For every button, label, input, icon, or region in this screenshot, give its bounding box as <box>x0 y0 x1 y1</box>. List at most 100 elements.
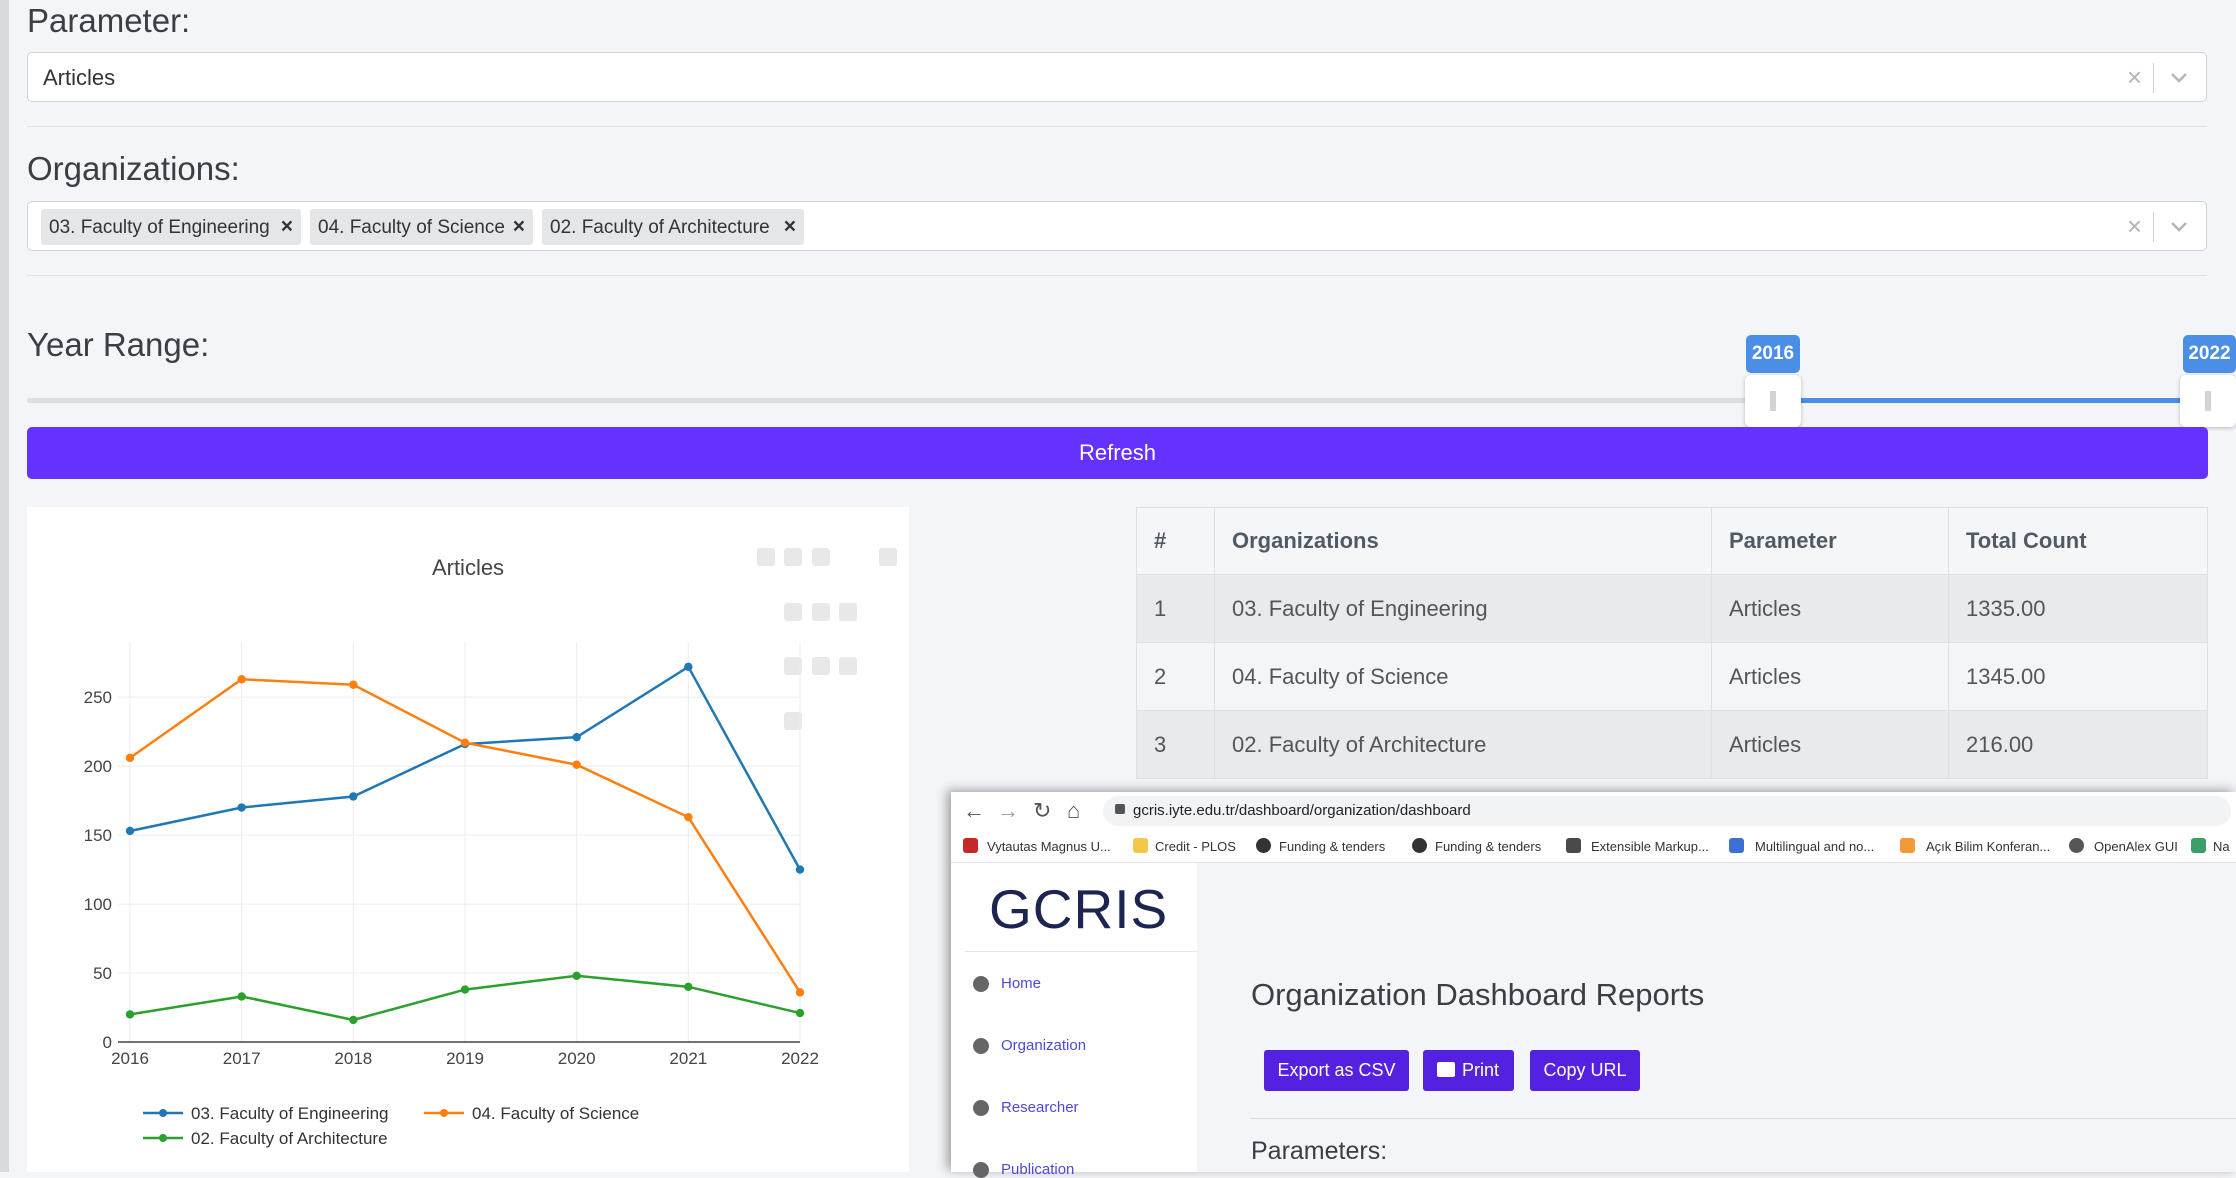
cell-index: 1 <box>1136 574 1215 643</box>
window-edge <box>0 0 9 1172</box>
cell-parameter: Articles <box>1711 642 1949 711</box>
address-bar[interactable]: gcris.iyte.edu.tr/dashboard/organization… <box>1103 796 2231 826</box>
export-csv-button[interactable]: Export as CSV <box>1264 1050 1409 1091</box>
forward-arrow-icon[interactable]: → <box>997 798 1019 824</box>
sidebar-item-organization[interactable]: Organization <box>973 1037 1087 1055</box>
copy-url-button[interactable]: Copy URL <box>1530 1050 1640 1091</box>
table-header-row: # Organizations Parameter Total Count <box>1136 507 2208 575</box>
legend-label: 02. Faculty of Architecture <box>191 1129 388 1148</box>
section-divider <box>1251 1118 2236 1119</box>
bookmark-item[interactable]: Funding & tenders <box>1435 839 1541 854</box>
y-tick-label: 150 <box>84 826 112 845</box>
legend-label: 03. Faculty of Engineering <box>191 1104 389 1123</box>
legend-marker <box>159 1134 167 1142</box>
table-row: 1 03. Faculty of Engineering Articles 13… <box>1136 574 2208 643</box>
bookmarks-bar: Vytautas Magnus U... Credit - PLOS Fundi… <box>951 830 2236 863</box>
remove-tag-icon[interactable]: × <box>281 215 293 239</box>
x-tick-label: 2019 <box>446 1049 484 1068</box>
sidebar-item-publication[interactable]: Publication <box>973 1161 1074 1178</box>
data-point <box>349 792 358 801</box>
chevron-down-icon[interactable] <box>2166 65 2192 89</box>
col-header-organizations[interactable]: Organizations <box>1214 507 1712 575</box>
year-min-handle[interactable] <box>1745 375 1801 427</box>
divider <box>27 275 2207 276</box>
sidebar-item-researcher[interactable]: Researcher <box>973 1099 1079 1117</box>
col-header-index[interactable]: # <box>1136 507 1215 575</box>
data-point <box>349 1015 358 1025</box>
plos-icon <box>1133 838 1148 853</box>
data-point <box>125 1010 135 1019</box>
data-point <box>349 680 358 689</box>
bookmark-item[interactable]: Açık Bilim Konferan... <box>1926 839 2050 854</box>
x-tick-label: 2021 <box>669 1049 707 1068</box>
home-icon <box>973 976 989 993</box>
sidebar-item-label: Organization <box>1001 1037 1087 1054</box>
bookmark-item[interactable]: Funding & tenders <box>1279 839 1385 854</box>
data-point <box>460 738 470 747</box>
sidebar-item-home[interactable]: Home <box>973 975 1042 993</box>
clear-icon[interactable]: × <box>2127 211 2142 242</box>
bookmark-item[interactable]: Extensible Markup... <box>1591 839 1709 854</box>
col-header-total-count[interactable]: Total Count <box>1948 507 2208 575</box>
y-tick-label: 200 <box>84 757 112 776</box>
sidebar-item-label: Home <box>1001 975 1042 992</box>
org-tag-architecture: 02. Faculty of Architecture × <box>542 209 804 245</box>
y-tick-label: 250 <box>84 688 112 707</box>
remove-tag-icon[interactable]: × <box>513 215 525 239</box>
apps-icon <box>2191 838 2206 853</box>
parameters-heading: Parameters: <box>1251 1137 1388 1165</box>
doc-icon <box>1729 838 1744 853</box>
y-tick-label: 50 <box>93 964 112 983</box>
data-point <box>125 826 135 836</box>
cell-parameter: Articles <box>1711 710 1949 779</box>
lock-icon <box>1115 804 1125 814</box>
organizations-select[interactable]: 03. Faculty of Engineering × 04. Faculty… <box>27 201 2207 251</box>
printer-icon <box>1437 1062 1455 1077</box>
chart-title: Articles <box>432 555 504 580</box>
document-icon <box>973 1162 989 1178</box>
results-table: # Organizations Parameter Total Count 1 … <box>1136 507 2208 779</box>
remove-tag-icon[interactable]: × <box>784 215 796 239</box>
data-point <box>684 812 693 822</box>
bookmark-item[interactable]: Na <box>2213 839 2230 854</box>
organizations-label: Organizations: <box>27 150 240 187</box>
refresh-button[interactable]: Refresh <box>27 427 2208 479</box>
openalex-icon <box>2069 838 2084 853</box>
gcris-logo[interactable]: GCRIS <box>989 877 1168 941</box>
data-point <box>237 803 246 812</box>
clear-icon[interactable]: × <box>2127 62 2142 93</box>
parameter-select[interactable]: Articles × <box>27 52 2207 102</box>
back-arrow-icon[interactable]: ← <box>963 798 985 824</box>
print-label: Print <box>1461 1060 1499 1080</box>
pie-chart-icon <box>973 1100 989 1117</box>
org-tag-engineering: 03. Faculty of Engineering × <box>41 209 301 245</box>
w3-icon <box>1566 838 1581 853</box>
org-tag-label: 03. Faculty of Engineering <box>49 217 270 238</box>
dashboard-page: Parameter: Articles × Organizations: 03.… <box>0 0 2236 1178</box>
data-point <box>125 753 135 763</box>
data-point <box>237 675 246 684</box>
year-max-handle[interactable] <box>2180 375 2236 427</box>
reload-icon[interactable]: ↻ <box>1033 798 1051 824</box>
sidebar-item-label: Researcher <box>1001 1099 1079 1116</box>
data-point <box>572 760 581 769</box>
bookmark-item[interactable]: Credit - PLOS <box>1155 839 1236 854</box>
home-icon[interactable]: ⌂ <box>1067 798 1080 824</box>
chevron-down-icon[interactable] <box>2166 214 2192 238</box>
bookmark-item[interactable]: Multilingual and no... <box>1755 839 1874 854</box>
data-point <box>572 971 581 980</box>
org-tag-label: 04. Faculty of Science <box>318 217 505 238</box>
chart-modebar <box>757 548 897 730</box>
print-button[interactable]: Print <box>1423 1050 1514 1091</box>
year-max-badge: 2022 <box>2183 335 2236 373</box>
x-tick-label: 2020 <box>558 1049 596 1068</box>
x-tick-label: 2017 <box>223 1049 261 1068</box>
year-range-label: Year Range: <box>27 326 210 363</box>
bookmark-item[interactable]: OpenAlex GUI <box>2094 839 2178 854</box>
cell-organization: 04. Faculty of Science <box>1214 642 1712 711</box>
app-topbar <box>1197 863 2236 947</box>
sidebar-divider <box>965 951 1197 952</box>
col-header-parameter[interactable]: Parameter <box>1711 507 1949 575</box>
data-point <box>795 865 805 874</box>
bookmark-item[interactable]: Vytautas Magnus U... <box>987 839 1111 854</box>
